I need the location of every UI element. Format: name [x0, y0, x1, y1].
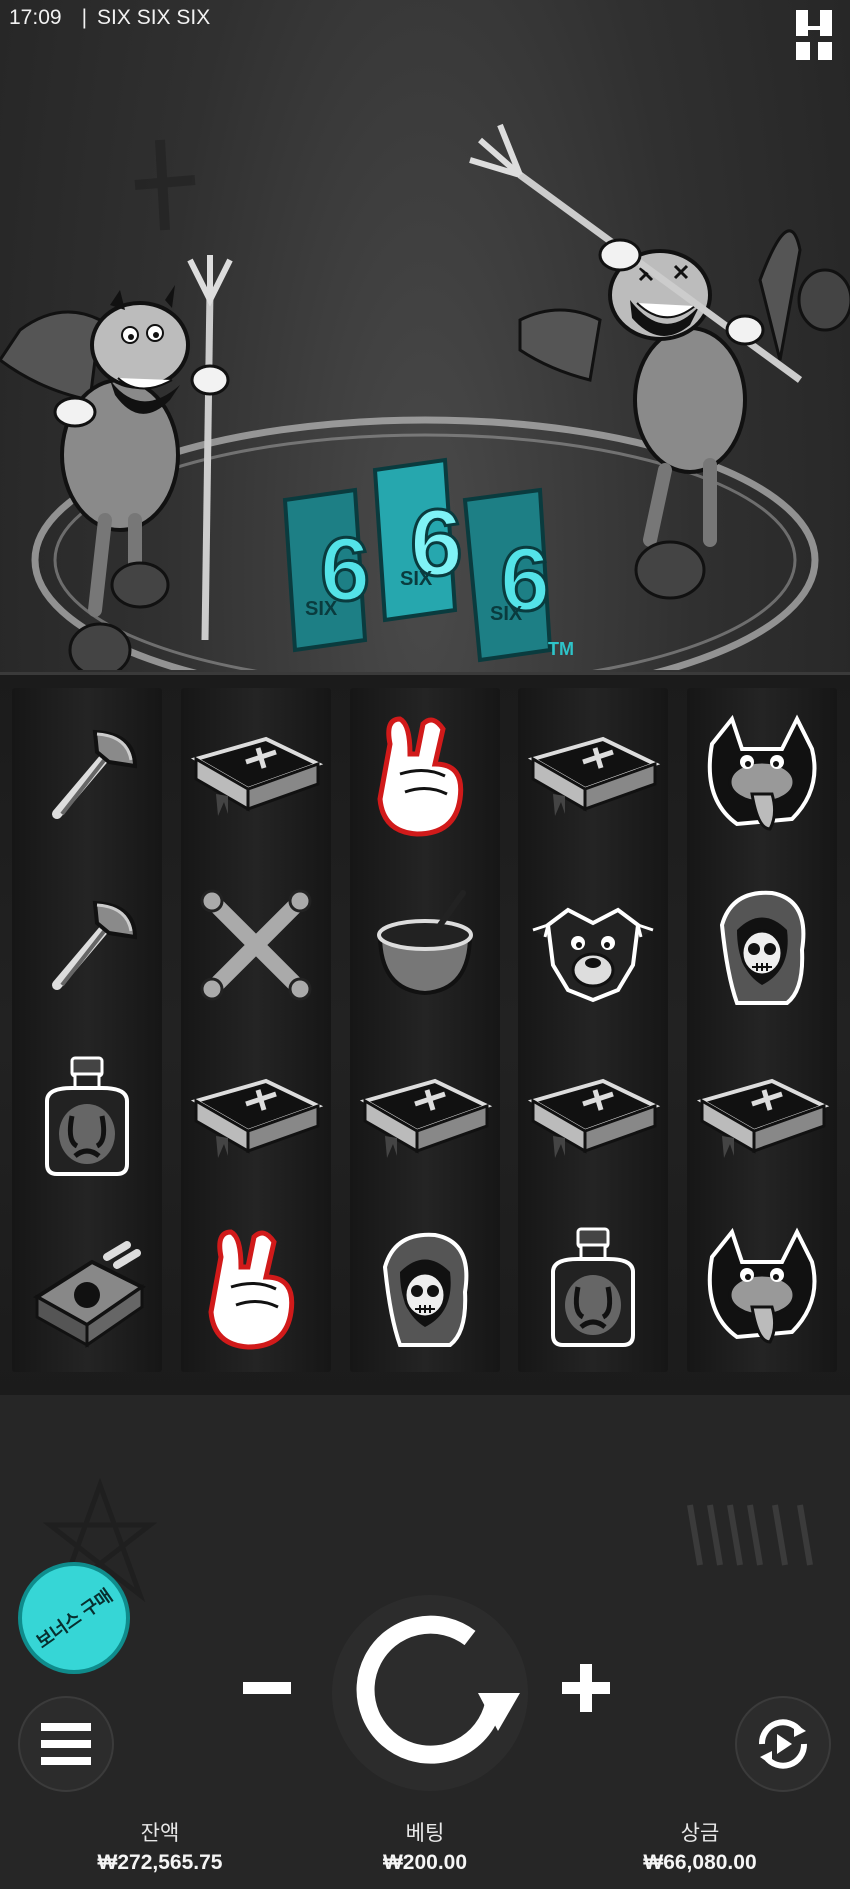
- potion-bottle-icon: [551, 1227, 635, 1347]
- bet: 베팅 ₩200.00: [295, 1820, 555, 1878]
- bet-value: ₩200.00: [382, 1851, 468, 1874]
- bible-icon: [359, 1078, 493, 1158]
- increase-bet-button[interactable]: [556, 1658, 616, 1718]
- game-scene: 6 6 6 SIX SIX SIX TM: [0, 123, 850, 670]
- win: 상금 ₩66,080.00: [570, 1820, 830, 1878]
- stats-bar: 잔액 ₩272,565.75 베팅 ₩200.00 상금 ₩66,080.00: [0, 1820, 850, 1889]
- autoplay-icon: [758, 1719, 808, 1769]
- bonus-buy-label: 보너스 구매: [32, 1585, 117, 1653]
- decrease-bet-button[interactable]: [237, 1658, 297, 1718]
- bonus-buy-button[interactable]: 보너스 구매: [18, 1562, 130, 1674]
- reel-symbol-wolf: [687, 688, 837, 859]
- goat-icon: [532, 907, 654, 1002]
- spin-button[interactable]: [330, 1593, 530, 1793]
- cauldron-icon: [377, 889, 473, 995]
- status-bar: 17:09 | SIX SIX SIX: [0, 0, 850, 36]
- reel-symbol-horns-hand: [181, 1201, 331, 1372]
- win-label: 상금: [680, 1822, 720, 1845]
- bible-icon: [190, 1078, 324, 1158]
- svg-text:SIX: SIX: [305, 598, 338, 620]
- reel-symbol-bible: [350, 1030, 500, 1201]
- bet-label: 베팅: [405, 1822, 445, 1845]
- reel-symbol-cigarette-pack: [12, 1201, 162, 1372]
- autoplay-button[interactable]: [735, 1696, 831, 1792]
- reel-symbol-bible: [687, 1030, 837, 1201]
- game-title: SIX SIX SIX: [97, 6, 211, 29]
- reel-symbol-horns-hand: [350, 688, 500, 859]
- reel-symbol-cauldron: [350, 859, 500, 1030]
- svg-text:TM: TM: [548, 639, 574, 659]
- potion-bottle-icon: [45, 1056, 129, 1176]
- bible-icon: [190, 736, 324, 816]
- reel-symbol-axe: [12, 859, 162, 1030]
- balance-label: 잔액: [140, 1822, 180, 1845]
- grim-reaper-icon: [382, 1232, 469, 1347]
- svg-text:SIX: SIX: [400, 568, 433, 590]
- reel-symbol-bible: [518, 1030, 668, 1201]
- cigarette-pack-icon: [33, 1240, 146, 1348]
- reel-symbol-wolf: [687, 1201, 837, 1372]
- win-value: ₩66,080.00: [643, 1851, 757, 1874]
- clock: 17:09: [9, 6, 62, 29]
- reel-symbol-bible: [181, 1030, 331, 1201]
- axe-icon: [52, 900, 138, 990]
- reel-symbol-grim-reaper: [687, 859, 837, 1030]
- balance-value: ₩272,565.75: [97, 1851, 223, 1874]
- wolf-icon: [707, 714, 817, 831]
- minus-icon: [243, 1682, 291, 1694]
- menu-button[interactable]: [18, 1696, 114, 1792]
- reel-symbol-bible: [518, 688, 668, 859]
- reel-symbol-axe: [12, 688, 162, 859]
- wolf-icon: [707, 1227, 817, 1344]
- reel-symbol-grim-reaper: [350, 1201, 500, 1372]
- horns-hand-icon: [208, 1228, 295, 1350]
- reel-symbol-potion-bottle: [12, 1030, 162, 1201]
- bible-icon: [696, 1078, 830, 1158]
- reel-symbol-potion-bottle: [518, 1201, 668, 1372]
- reel-symbol-crossed-bones: [181, 859, 331, 1030]
- bible-icon: [527, 1078, 661, 1158]
- balance: 잔액 ₩272,565.75: [30, 1820, 290, 1878]
- title-separator: |: [81, 6, 88, 29]
- plus-icon: [562, 1664, 610, 1712]
- hamburger-menu-icon: [41, 1723, 91, 1765]
- crossed-bones-icon: [200, 889, 312, 1000]
- bible-icon: [527, 736, 661, 816]
- svg-text:SIX: SIX: [490, 603, 523, 625]
- grim-reaper-icon: [719, 890, 806, 1005]
- horns-hand-icon: [377, 715, 464, 837]
- reel-symbol-goat: [518, 859, 668, 1030]
- six-six-six-logo: 6 6 6 SIX SIX SIX TM: [282, 457, 574, 663]
- reel-symbol-bible: [181, 688, 331, 859]
- axe-icon: [52, 729, 138, 819]
